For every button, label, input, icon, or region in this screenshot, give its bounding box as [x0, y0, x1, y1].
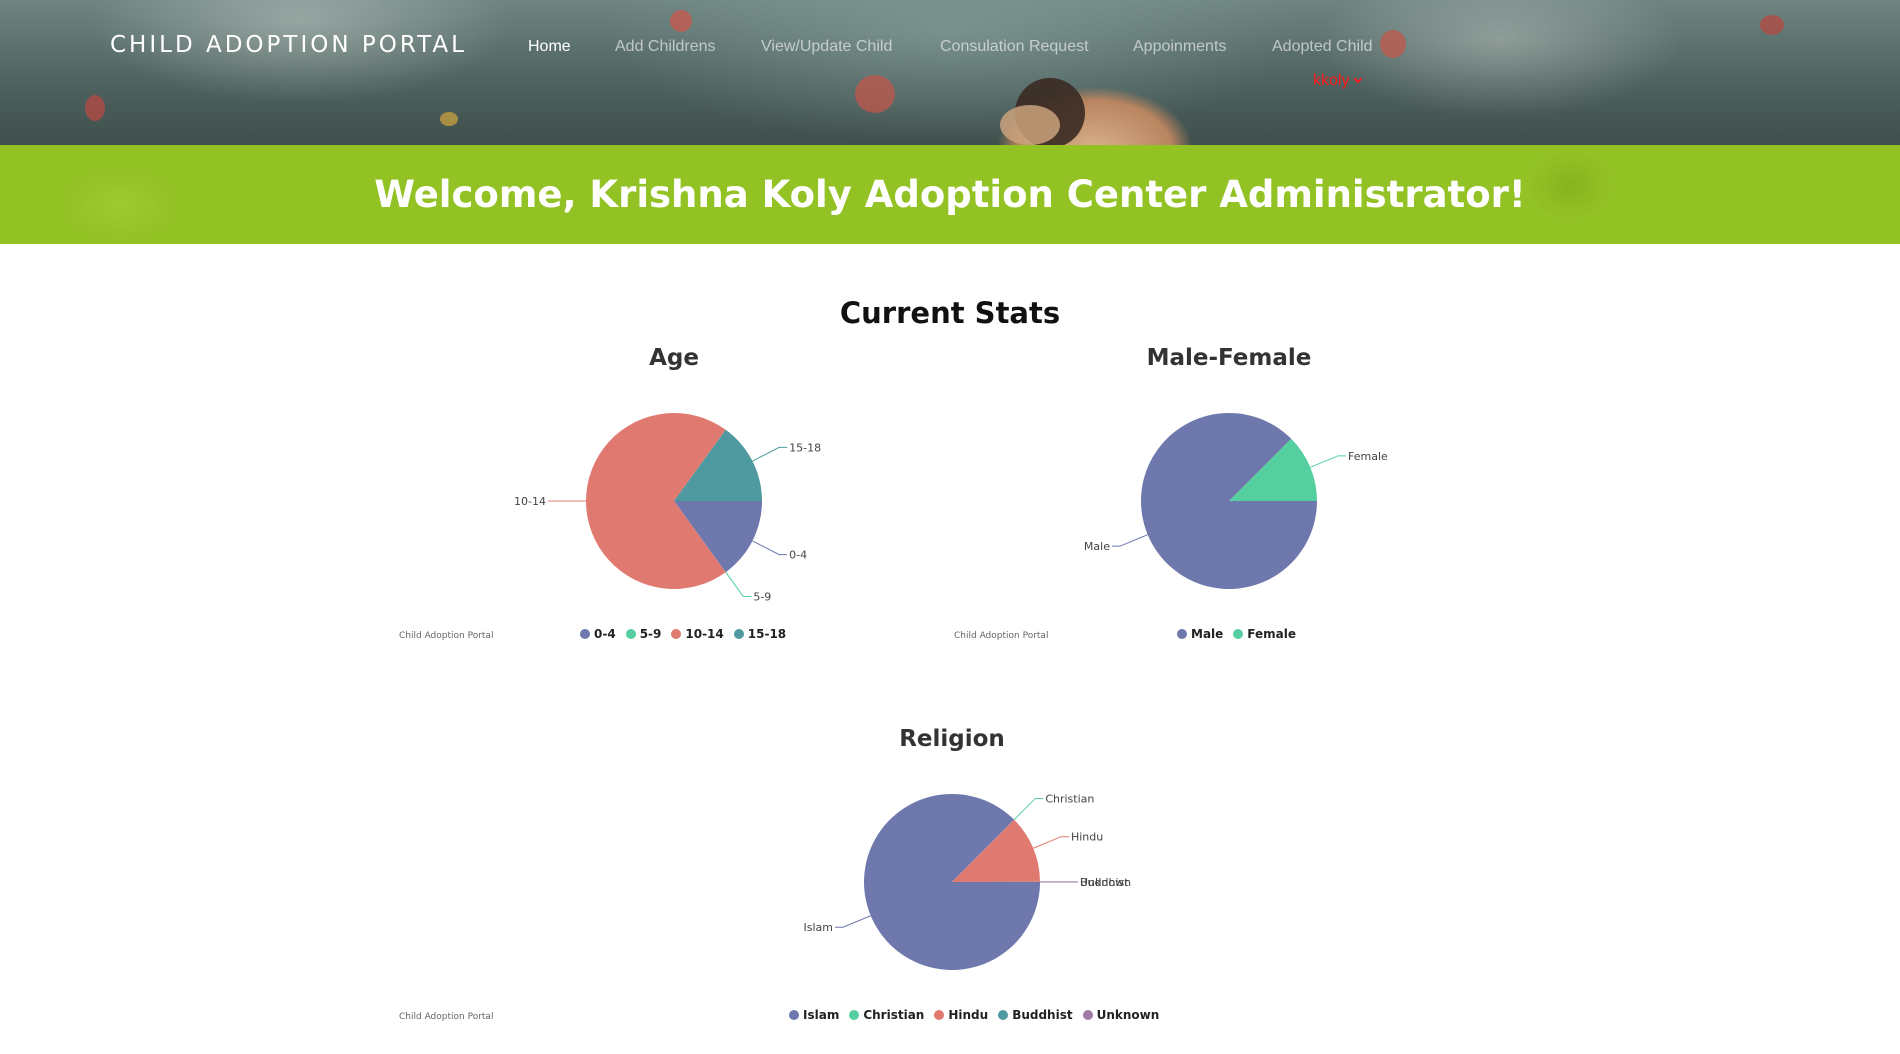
legend-marker: [580, 629, 590, 639]
decor-blob: [85, 95, 105, 121]
chart-legend: Islam Christian Hindu Buddhist Unknown: [789, 1008, 1159, 1022]
legend-item-christian[interactable]: Christian: [849, 1008, 924, 1022]
chart-legend: Male Female: [1177, 627, 1296, 641]
legend-label: Christian: [863, 1008, 925, 1022]
label-leader-islam: [835, 915, 871, 928]
label-leader-5-9: [725, 571, 752, 597]
nav-consultation-request[interactable]: Consulation Request: [940, 38, 1089, 56]
label-leader-male: [1111, 534, 1148, 547]
age-pie-svg: 0-4 5-9 10-14 15-18: [514, 413, 821, 603]
slice-label-10-14: 10-14: [514, 495, 546, 508]
age-chart: Age 0-4 5-9 10-14 15-18 Child Adoption Port…: [394, 345, 954, 645]
welcome-heading: Welcome, Krishna Koly Adoption Center Ad…: [374, 173, 1526, 216]
legend-marker: [934, 1010, 945, 1020]
decor-blob: [1000, 105, 1060, 145]
chart-credit: Child Adoption Portal: [954, 631, 1049, 641]
legend-marker: [789, 1010, 799, 1020]
religion-chart: Religion Islam Christian Hindu Buddhist Unkn…: [399, 726, 1232, 1026]
legend-label: Hindu: [948, 1008, 989, 1022]
legend-marker: [1177, 629, 1187, 639]
slice-label-islam: Islam: [804, 921, 834, 934]
legend-label: 0-4: [594, 627, 616, 641]
legend-label: 15-18: [747, 627, 787, 641]
nav-add-childrens[interactable]: Add Childrens: [615, 38, 716, 56]
legend-marker: [1233, 629, 1244, 639]
legend-marker: [1082, 1010, 1093, 1020]
label-leader-hindu: [1033, 836, 1069, 849]
decor-blob: [670, 10, 692, 32]
chart-legend: 0-4 5-9 10-14 15-18: [580, 627, 786, 641]
label-leader-female: [1310, 455, 1347, 468]
brand-logo-text[interactable]: CHILD ADOPTION PORTAL: [110, 32, 467, 58]
legend-item-female[interactable]: Female: [1233, 627, 1296, 641]
chart-credit: Child Adoption Portal: [399, 631, 494, 641]
legend-marker: [625, 629, 636, 639]
nav-view-update-child[interactable]: View/Update Child: [761, 38, 892, 56]
decor-blob: [1760, 15, 1784, 35]
slice-label-15-18: 15-18: [789, 441, 821, 454]
legend-item-5-9[interactable]: 5-9: [625, 627, 662, 641]
user-menu[interactable]: kkoly: [1313, 72, 1363, 90]
username: kkoly: [1313, 72, 1350, 89]
decor-blob: [1380, 30, 1406, 58]
legend-marker: [733, 629, 744, 639]
legend-label: Unknown: [1096, 1008, 1160, 1022]
legend-item-unknown[interactable]: Unknown: [1082, 1008, 1160, 1022]
decor-blob: [440, 112, 458, 126]
chevron-down-icon: [1354, 74, 1363, 84]
legend-label: Buddhist: [1012, 1008, 1073, 1022]
gender-chart: Male-Female Male Female Child Adoption Po…: [949, 345, 1509, 645]
legend-label: 10-14: [685, 627, 724, 641]
nav-appointments[interactable]: Appoinments: [1133, 38, 1226, 56]
legend-item-0-4[interactable]: 0-4: [580, 627, 616, 641]
legend-label: Islam: [803, 1008, 840, 1022]
nav-adopted-child[interactable]: Adopted Child: [1272, 38, 1373, 56]
legend-item-islam[interactable]: Islam: [789, 1008, 839, 1022]
gender-pie-svg: Male Female: [1084, 413, 1388, 589]
legend-item-15-18[interactable]: 15-18: [733, 627, 787, 641]
slice-label-christian: Christian: [1045, 792, 1094, 805]
legend-item-10-14[interactable]: 10-14: [671, 627, 724, 641]
slice-label-0-4: 0-4: [789, 549, 807, 562]
slice-label-5-9: 5-9: [753, 590, 771, 603]
legend-item-hindu[interactable]: Hindu: [934, 1008, 988, 1022]
label-leader-15-18: [752, 446, 788, 462]
legend-label: Male: [1191, 627, 1224, 641]
chart-credit: Child Adoption Portal: [399, 1012, 494, 1022]
nav-home[interactable]: Home: [528, 38, 571, 56]
legend-item-male[interactable]: Male: [1177, 627, 1223, 641]
slice-label-female: Female: [1348, 450, 1388, 463]
religion-pie-svg: IslamChristianHinduBuddhistUnknown: [804, 792, 1131, 970]
stats-title: Current Stats: [839, 296, 1061, 330]
legend-marker: [671, 629, 682, 639]
legend-label: Female: [1247, 627, 1296, 641]
legend-marker: [849, 1010, 860, 1020]
legend-marker: [998, 1010, 1009, 1020]
slice-label-unknown: Unknown: [1080, 876, 1131, 889]
decor-blob: [855, 75, 895, 113]
label-leader-0-4: [752, 540, 788, 556]
slice-label-hindu: Hindu: [1071, 831, 1103, 844]
slice-label-male: Male: [1084, 540, 1110, 553]
header-banner: CHILD ADOPTION PORTAL Home Add Childrens…: [0, 0, 1900, 145]
legend-item-buddhist[interactable]: Buddhist: [998, 1008, 1073, 1022]
label-leader-christian: [1013, 797, 1044, 821]
welcome-band: Welcome, Krishna Koly Adoption Center Ad…: [0, 145, 1900, 244]
legend-label: 5-9: [639, 627, 662, 641]
